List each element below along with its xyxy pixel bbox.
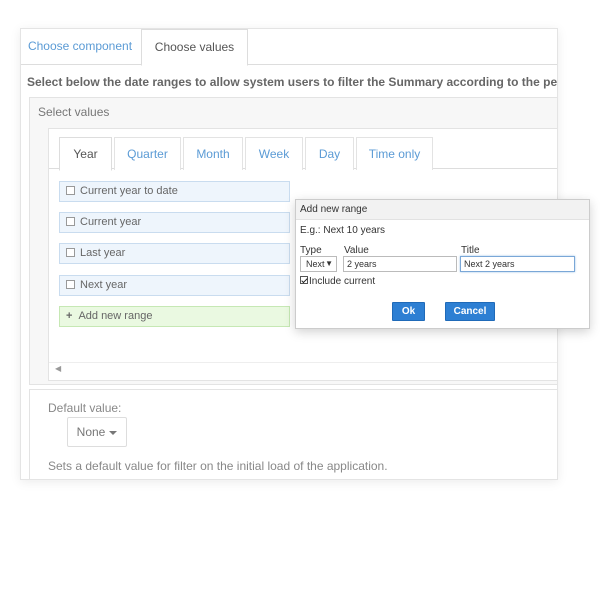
tab-month[interactable]: Month — [183, 137, 243, 170]
value-label: Value — [344, 245, 369, 256]
include-current-checkbox[interactable] — [300, 276, 308, 285]
scroll-left-icon[interactable]: ◀ — [55, 364, 61, 373]
range-item[interactable]: Next year — [59, 275, 290, 296]
value-input[interactable] — [343, 256, 457, 272]
title-input[interactable] — [460, 256, 575, 272]
instruction-text: Select below the date ranges to allow sy… — [27, 75, 558, 89]
include-current-option[interactable]: Include current — [300, 276, 375, 287]
cancel-button[interactable]: Cancel — [445, 302, 495, 321]
default-value-help: Sets a default value for filter on the i… — [48, 459, 388, 473]
range-item[interactable]: Last year — [59, 243, 290, 264]
checkbox[interactable] — [66, 247, 75, 257]
range-label: Next year — [80, 279, 128, 291]
default-value-section: Default value: None Sets a default value… — [29, 389, 557, 479]
dialog-example: E.g.: Next 10 years — [300, 225, 386, 236]
ok-button[interactable]: Ok — [392, 302, 425, 321]
default-value-dropdown[interactable]: None — [67, 417, 127, 447]
period-tabs: Year Quarter Month Week Day Time only — [49, 129, 557, 171]
default-value-label: Default value: — [48, 401, 122, 415]
add-new-range-button[interactable]: + Add new range — [59, 306, 290, 327]
select-values-label: Select values — [38, 105, 110, 119]
checkbox[interactable] — [66, 216, 75, 226]
type-label: Type — [300, 245, 322, 256]
tab-year[interactable]: Year — [59, 137, 112, 171]
tab-choose-values[interactable]: Choose values — [141, 29, 248, 66]
tab-day[interactable]: Day — [305, 137, 354, 170]
triangle-down-icon: ▼ — [325, 259, 333, 268]
tab-choose-component[interactable]: Choose component — [21, 29, 139, 66]
add-range-dialog: Add new range E.g.: Next 10 years Type V… — [295, 199, 590, 329]
default-value-selected: None — [76, 425, 106, 439]
top-tabs: Choose component Choose values — [21, 29, 557, 66]
add-range-label: Add new range — [78, 310, 153, 322]
range-label: Current year — [80, 216, 142, 228]
dialog-title: Add new range — [296, 200, 589, 220]
range-label: Last year — [80, 247, 126, 259]
range-item[interactable]: Current year — [59, 212, 290, 233]
range-label: Current year to date — [80, 185, 178, 197]
tab-quarter[interactable]: Quarter — [114, 137, 181, 170]
tab-time-only[interactable]: Time only — [356, 137, 433, 170]
range-item[interactable]: Current year to date — [59, 181, 290, 202]
type-select[interactable]: Next ▼ — [300, 256, 337, 272]
plus-icon: + — [66, 310, 73, 322]
type-selected: Next — [306, 259, 325, 269]
checkbox[interactable] — [66, 279, 75, 289]
caret-down-icon — [109, 430, 118, 435]
include-current-label: Include current — [309, 276, 376, 287]
tab-week[interactable]: Week — [245, 137, 303, 170]
horizontal-scrollbar[interactable]: ◀ — [49, 362, 557, 376]
checkbox[interactable] — [66, 185, 75, 195]
title-label: Title — [461, 245, 480, 256]
